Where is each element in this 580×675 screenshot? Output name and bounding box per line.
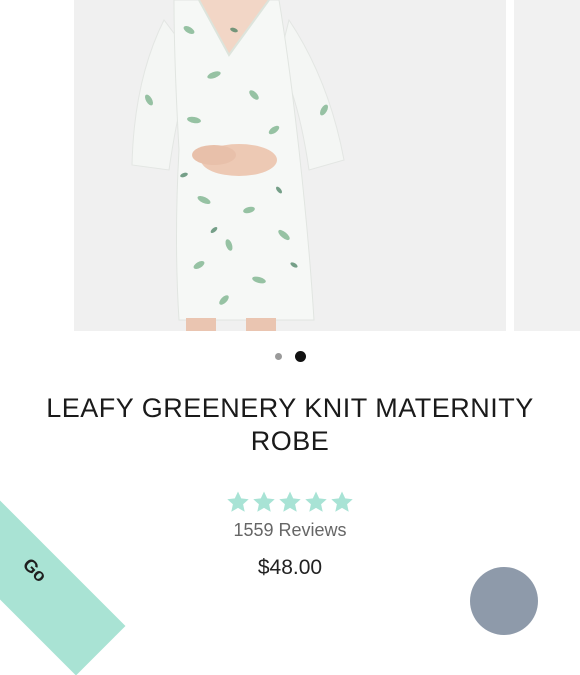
star-icon	[305, 491, 327, 512]
pagination-dot-active[interactable]	[294, 351, 306, 362]
robe-photo	[74, 0, 506, 331]
star-icon	[227, 491, 249, 512]
star-icon	[253, 491, 275, 512]
product-rating[interactable]: 1559 Reviews	[0, 490, 580, 541]
next-product-image[interactable]	[514, 0, 580, 331]
product-image-gallery[interactable]	[0, 0, 580, 335]
chat-button[interactable]	[470, 567, 538, 635]
product-title: LEAFY GREENERY KNIT MATERNITY ROBE	[46, 393, 534, 456]
star-rating	[0, 490, 580, 514]
product-image[interactable]	[74, 0, 506, 331]
reviews-count-link[interactable]: 1559 Reviews	[0, 520, 580, 541]
gallery-pagination	[0, 351, 580, 362]
pagination-dot[interactable]	[274, 353, 282, 360]
star-icon	[331, 491, 353, 512]
star-icon	[279, 491, 301, 512]
